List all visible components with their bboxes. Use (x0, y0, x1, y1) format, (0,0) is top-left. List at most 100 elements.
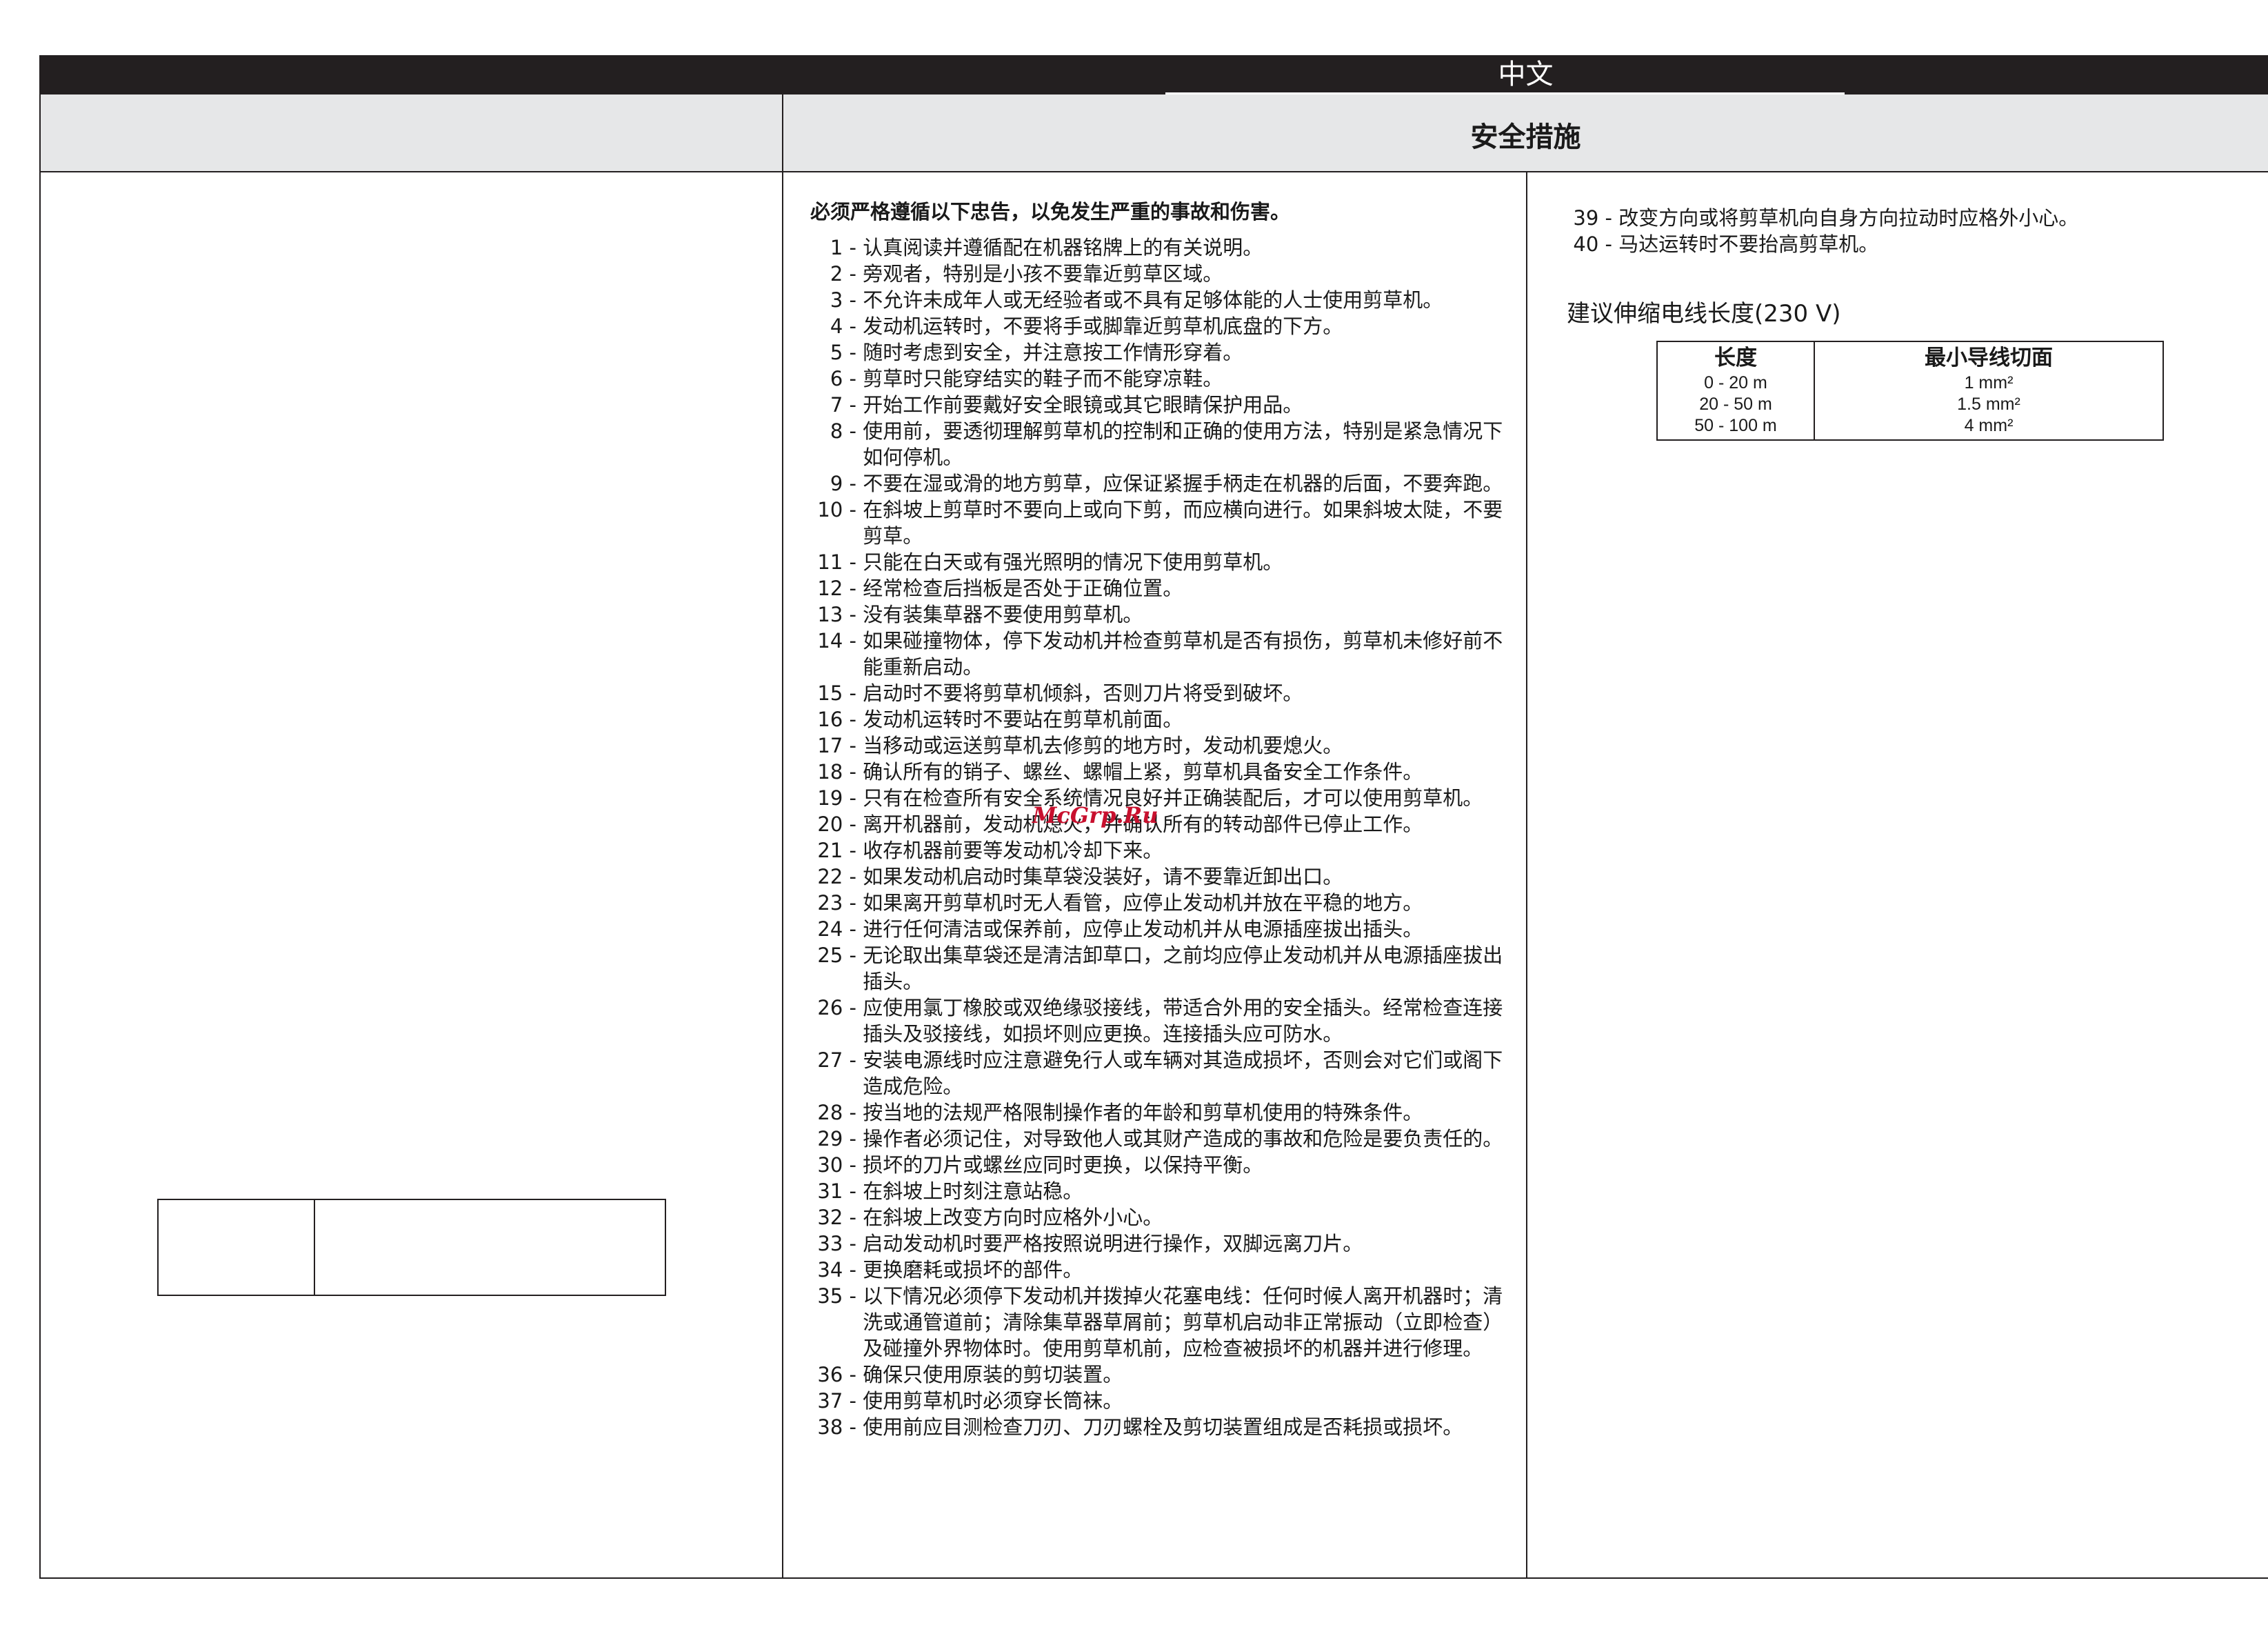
rule-number: 31 - (817, 1179, 856, 1203)
section-cell: 4 mm² (1964, 416, 2014, 435)
rule-number: 36 - (817, 1363, 856, 1386)
safety-rules-list: 1 - 认真阅读并遵循配在机器铭牌上的有关说明。 2 - 旁观者，特别是小孩不要靠… (808, 235, 1508, 1440)
rule-text: 收存机器前要等发动机冷却下来。 (863, 839, 1163, 862)
rule-text: 使用前，要透彻理解剪草机的控制和正确的使用方法，特别是紧急情况下如何停机。 (863, 419, 1503, 469)
rule-number: 32 - (817, 1206, 856, 1229)
safety-rules-list-continued: 39 - 改变方向或将剪草机向自身方向拉动时应格外小心。 40 - 马达运转时不要… (1560, 205, 2111, 257)
safety-rule-item: 21 - 收存机器前要等发动机冷却下来。 (808, 837, 1508, 864)
rule-number: 9 - (830, 472, 856, 495)
safety-rule-item: 31 - 在斜坡上时刻注意站稳。 (808, 1178, 1508, 1204)
safety-rule-item: 1 - 认真阅读并遵循配在机器铭牌上的有关说明。 (808, 235, 1508, 261)
length-cell: 0 - 20 m (1657, 372, 1815, 394)
rule-text: 离开机器前，发动机熄火，并确认所有的转动部件已停止工作。 (863, 812, 1423, 836)
safety-rule-item: 20 - 离开机器前，发动机熄火，并确认所有的转动部件已停止工作。 (808, 811, 1508, 837)
safety-rule-item: 12 - 经常检查后挡板是否处于正确位置。 (808, 575, 1508, 601)
rule-number: 38 - (817, 1415, 856, 1439)
rule-text: 当移动或运送剪草机去修剪的地方时，发动机要熄火。 (863, 734, 1343, 757)
rule-text: 不允许未成年人或无经验者或不具有足够体能的人士使用剪草机。 (863, 288, 1443, 312)
rule-number: 10 - (817, 498, 856, 521)
cable-length-title: 建议伸缩电线长度(230 V) (1567, 300, 1841, 328)
safety-rule-item: 8 - 使用前，要透彻理解剪草机的控制和正确的使用方法，特别是紧急情况下如何停机… (808, 418, 1508, 470)
rule-number: 19 - (817, 786, 856, 810)
rule-number: 6 - (830, 367, 856, 390)
rule-number: 40 - (1573, 232, 1612, 256)
rule-number: 1 - (830, 236, 856, 259)
table-row: 20 - 50 m 1.5 mm² (1657, 394, 2163, 415)
safety-rule-item: 11 - 只能在白天或有强光照明的情况下使用剪草机。 (808, 549, 1508, 575)
rule-text: 更换磨耗或损坏的部件。 (863, 1258, 1083, 1282)
rule-text: 只能在白天或有强光照明的情况下使用剪草机。 (863, 550, 1283, 574)
rule-number: 35 - (817, 1284, 856, 1308)
rule-text: 启动时不要将剪草机倾斜，否则刀片将受到破坏。 (863, 681, 1303, 705)
rule-text: 确保只使用原装的剪切装置。 (863, 1363, 1123, 1386)
page-bottom-border (39, 1577, 2268, 1579)
safety-rule-item: 14 - 如果碰撞物体，停下发动机并检查剪草机是否有损伤，剪草机未修好前不能重新… (808, 628, 1508, 680)
rule-text: 如果碰撞物体，停下发动机并检查剪草机是否有损伤，剪草机未修好前不能重新启动。 (863, 629, 1503, 679)
safety-rule-item: 26 - 应使用氯丁橡胶或双绝缘驳接线，带适合外用的安全插头。经常检查连接插头及… (808, 995, 1508, 1047)
rule-text: 在斜坡上改变方向时应格外小心。 (863, 1206, 1163, 1229)
safety-rule-item: 30 - 损坏的刀片或螺丝应同时更换，以保持平衡。 (808, 1152, 1508, 1178)
rule-text: 认真阅读并遵循配在机器铭牌上的有关说明。 (863, 236, 1263, 259)
safety-intro: 必须严格遵循以下忠告，以免发生严重的事故和伤害。 (810, 200, 1291, 223)
rule-number: 29 - (817, 1127, 856, 1150)
safety-rule-item: 33 - 启动发动机时要严格按照说明进行操作，双脚远离刀片。 (808, 1230, 1508, 1257)
empty-label-box (157, 1199, 666, 1296)
rule-number: 15 - (817, 681, 856, 705)
safety-rule-item: 35 - 以下情况必须停下发动机并拨掉火花塞电线：任何时候人离开机器时；清洗或通… (808, 1283, 1508, 1362)
rule-text: 无论取出集草袋还是清洁卸草口，之前均应停止发动机并从电源插座拔出插头。 (863, 944, 1503, 993)
safety-rule-item: 40 - 马达运转时不要抬高剪草机。 (1560, 231, 2111, 257)
rule-text: 操作者必须记住，对导致他人或其财产造成的事故和危险是要负责任的。 (863, 1127, 1503, 1150)
rule-number: 20 - (817, 812, 856, 836)
rule-text: 不要在湿或滑的地方剪草，应保证紧握手柄走在机器的后面，不要奔跑。 (863, 472, 1503, 495)
column-divider-2 (1526, 172, 1527, 1579)
rule-text: 经常检查后挡板是否处于正确位置。 (863, 577, 1183, 600)
rule-text: 旁观者，特别是小孩不要靠近剪草区域。 (863, 262, 1223, 286)
length-cell: 20 - 50 m (1657, 394, 1815, 415)
rule-number: 5 - (830, 341, 856, 364)
rule-number: 34 - (817, 1258, 856, 1282)
safety-rule-item: 25 - 无论取出集草袋还是清洁卸草口，之前均应停止发动机并从电源插座拔出插头。 (808, 942, 1508, 995)
safety-rule-item: 17 - 当移动或运送剪草机去修剪的地方时，发动机要熄火。 (808, 732, 1508, 759)
rule-number: 17 - (817, 734, 856, 757)
section-cell: 1.5 mm² (1957, 395, 2020, 414)
rule-text: 如果发动机启动时集草袋没装好，请不要靠近卸出口。 (863, 865, 1343, 888)
rule-text: 安装电源线时应注意避免行人或车辆对其造成损坏，否则会对它们或阁下造成危险。 (863, 1048, 1503, 1098)
rule-text: 随时考虑到安全，并注意按工作情形穿着。 (863, 341, 1243, 364)
rule-number: 37 - (817, 1389, 856, 1413)
rule-text: 按当地的法规严格限制操作者的年龄和剪草机使用的特殊条件。 (863, 1101, 1423, 1124)
rule-number: 33 - (817, 1232, 856, 1255)
safety-rule-item: 2 - 旁观者，特别是小孩不要靠近剪草区域。 (808, 261, 1508, 287)
safety-rule-item: 5 - 随时考虑到安全，并注意按工作情形穿着。 (808, 339, 1508, 366)
rule-text: 确认所有的销子、螺丝、螺帽上紧，剪草机具备安全工作条件。 (863, 760, 1423, 784)
header-divider (39, 171, 2268, 172)
rule-text: 没有装集草器不要使用剪草机。 (863, 603, 1143, 626)
rule-text: 在斜坡上时刻注意站稳。 (863, 1179, 1083, 1203)
rule-number: 26 - (817, 996, 856, 1019)
rule-number: 16 - (817, 708, 856, 731)
watermark: McGrp.Ru (1032, 802, 1158, 828)
rule-text: 发动机运转时不要站在剪草机前面。 (863, 708, 1183, 731)
rule-text: 如果离开剪草机时无人看管，应停止发动机并放在平稳的地方。 (863, 891, 1423, 915)
rule-text: 开始工作前要戴好安全眼镜或其它眼睛保护用品。 (863, 393, 1303, 417)
column-divider-1 (782, 94, 783, 1579)
cable-length-table: 长度 最小导线切面 0 - 20 m 1 mm² 20 - 50 m 1.5 m… (1656, 341, 2164, 441)
rule-number: 30 - (817, 1153, 856, 1177)
table-row: 0 - 20 m 1 mm² (1657, 372, 2163, 394)
rule-text: 应使用氯丁橡胶或双绝缘驳接线，带适合外用的安全插头。经常检查连接插头及驳接线，如… (863, 996, 1503, 1046)
rule-number: 14 - (817, 629, 856, 652)
rule-number: 4 - (830, 315, 856, 338)
rule-text: 损坏的刀片或螺丝应同时更换，以保持平衡。 (863, 1153, 1263, 1177)
safety-rule-item: 27 - 安装电源线时应注意避免行人或车辆对其造成损坏，否则会对它们或阁下造成危… (808, 1047, 1508, 1099)
rule-number: 7 - (830, 393, 856, 417)
rule-text: 进行任何清洁或保养前，应停止发动机并从电源插座拔出插头。 (863, 917, 1423, 941)
column-header-length: 长度 (1657, 341, 1815, 372)
rule-number: 8 - (830, 419, 856, 443)
safety-rule-item: 4 - 发动机运转时，不要将手或脚靠近剪草机底盘的下方。 (808, 313, 1508, 339)
safety-rule-item: 23 - 如果离开剪草机时无人看管，应停止发动机并放在平稳的地方。 (808, 890, 1508, 916)
rule-number: 22 - (817, 865, 856, 888)
safety-rule-item: 38 - 使用前应目测检查刀刃、刀刃螺栓及剪切装置组成是否耗损或损坏。 (808, 1414, 1508, 1440)
rule-number: 2 - (830, 262, 856, 286)
safety-rule-item: 37 - 使用剪草机时必须穿长筒袜。 (808, 1388, 1508, 1414)
safety-rule-item: 16 - 发动机运转时不要站在剪草机前面。 (808, 706, 1508, 732)
rule-number: 27 - (817, 1048, 856, 1072)
